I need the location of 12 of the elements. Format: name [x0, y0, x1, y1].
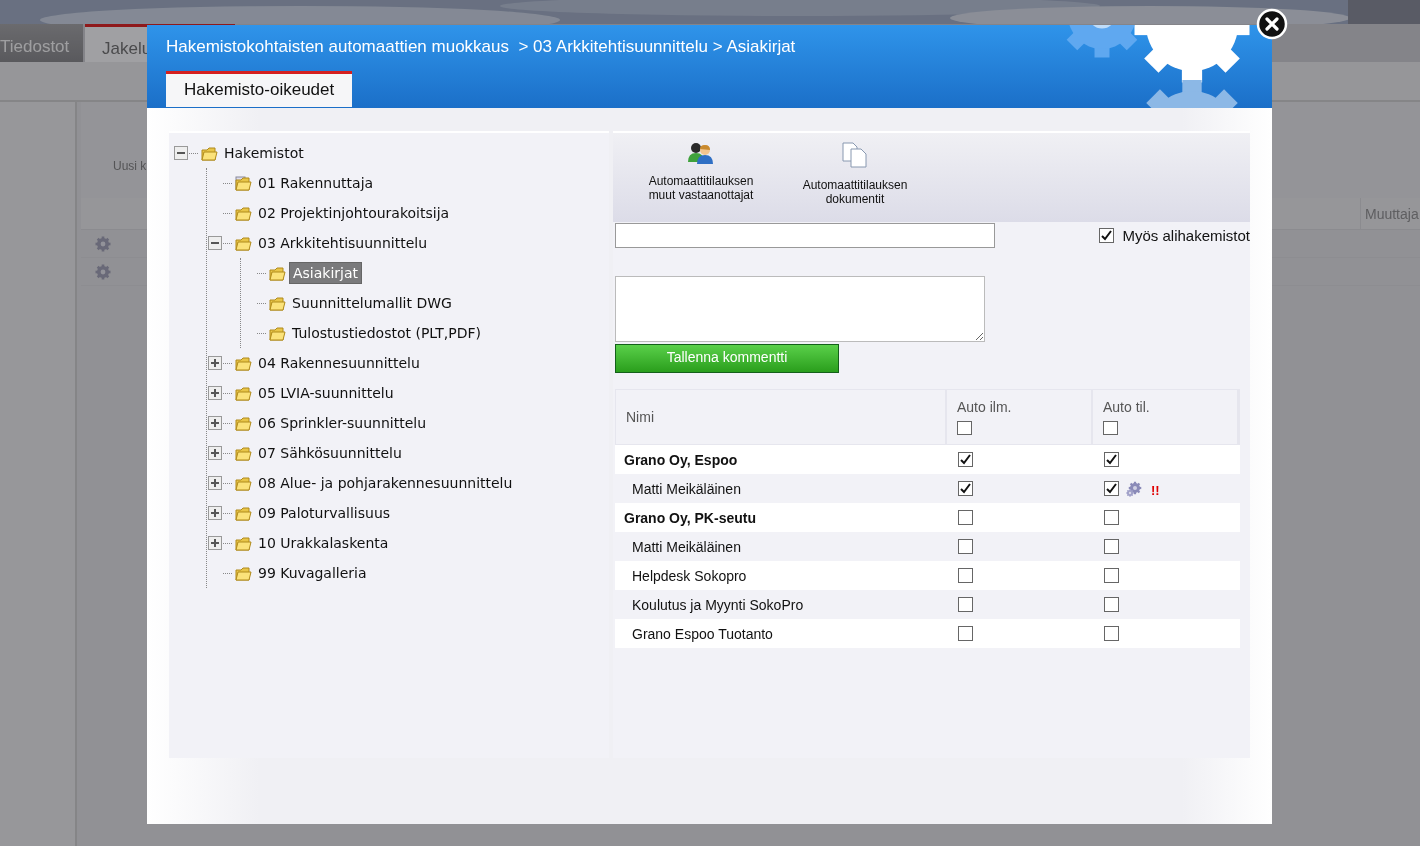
column-header: Auto ilm. — [957, 399, 1013, 415]
table-cell-text: Grano Oy, Espoo — [623, 451, 739, 468]
dialog-title: Hakemistokohtaisten automaattien muokkaus > 03 Arkkitehtisuunnittelu > Asiakirjat — [166, 37, 797, 57]
table-cell-text: Grano Oy, PK-seutu — [623, 509, 757, 526]
table-cell-text: Matti Meikäläinen — [631, 538, 742, 555]
table-cell-text: Grano Espoo Tuotanto — [631, 625, 774, 642]
table-cell-text: Matti Meikäläinen — [631, 480, 742, 497]
column-header: Auto til. — [1103, 399, 1151, 415]
column-header: Muuttaja — [1360, 198, 1420, 229]
table-cell-text: Helpdesk Sokopro — [631, 567, 748, 584]
warning-mark: !! — [1151, 483, 1160, 498]
table-cell-text: Koulutus ja Myynti SokoPro — [631, 596, 805, 613]
